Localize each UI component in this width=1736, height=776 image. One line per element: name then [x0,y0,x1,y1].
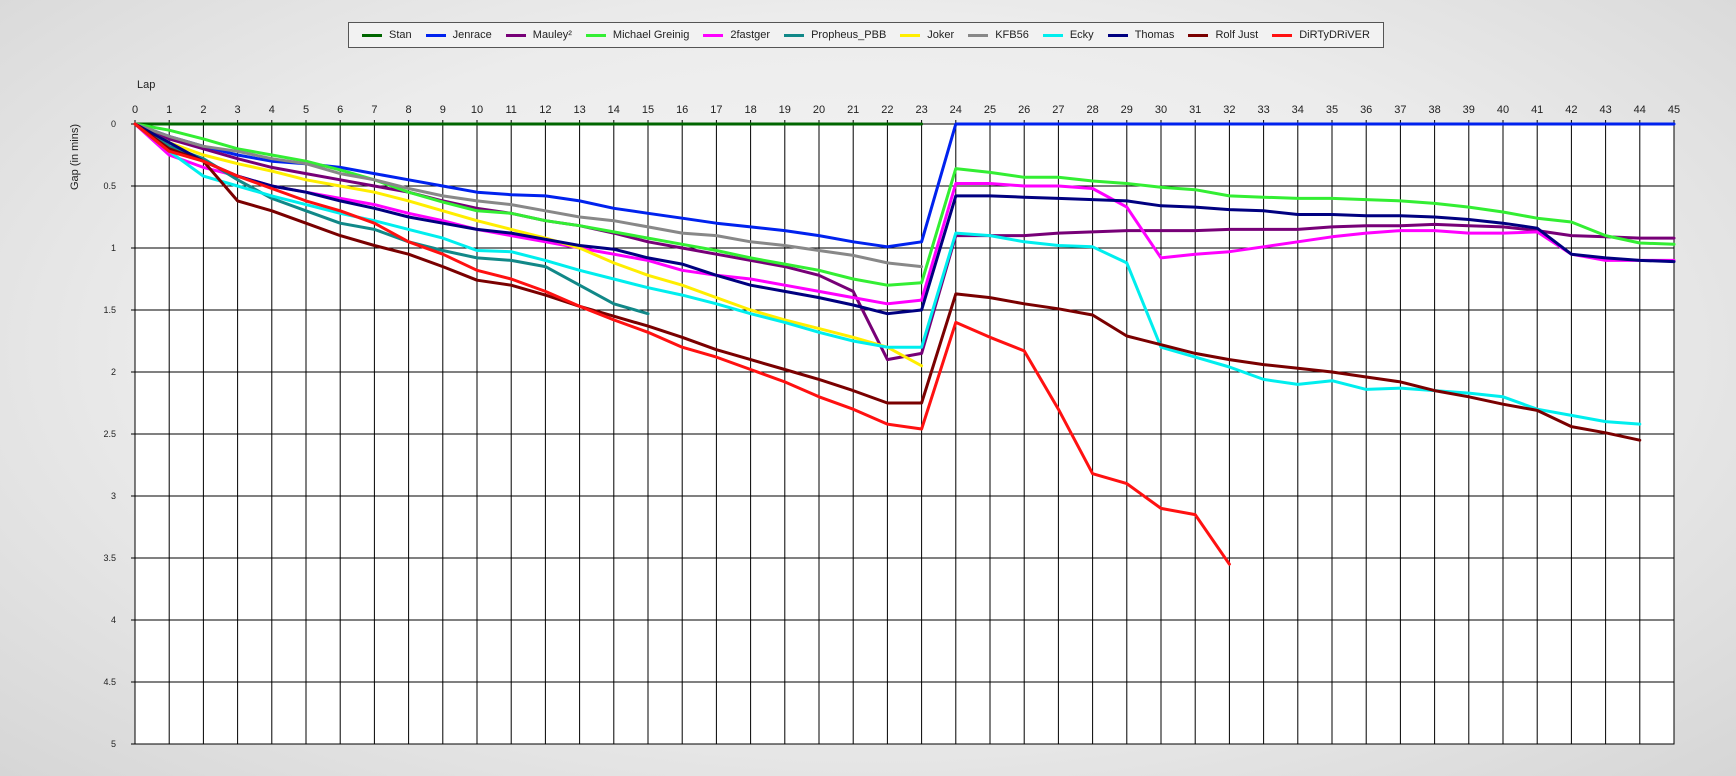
y-tick-label: 0.5 [103,181,116,191]
x-tick-label: 4 [269,104,275,116]
y-tick-label: 3 [111,491,116,501]
x-tick-label: 33 [1257,104,1269,116]
x-tick-label: 44 [1634,104,1646,116]
x-tick-label: 24 [950,104,962,116]
x-tick-label: 2 [200,104,206,116]
x-axis-title: Lap [137,79,155,91]
x-tick-label: 42 [1565,104,1577,116]
x-tick-label: 11 [505,104,516,116]
x-tick-label: 41 [1531,104,1543,116]
y-tick-label: 2 [111,367,116,377]
y-tick-label: 0 [111,119,116,129]
x-tick-label: 0 [132,104,138,116]
x-tick-label: 21 [847,104,859,116]
x-tick-label: 8 [406,104,412,116]
x-tick-label: 14 [608,104,620,116]
x-tick-label: 37 [1394,104,1406,116]
x-tick-label: 1 [166,104,172,116]
y-tick-label: 1 [111,243,116,253]
x-tick-label: 39 [1463,104,1475,116]
y-tick-label: 4 [111,615,116,625]
x-tick-label: 29 [1121,104,1133,116]
y-tick-label: 3.5 [103,553,116,563]
x-tick-label: 7 [371,104,377,116]
y-tick-label: 1.5 [103,305,116,315]
x-tick-label: 23 [915,104,927,116]
y-tick-label: 5 [111,739,116,749]
x-tick-label: 20 [813,104,825,116]
x-tick-label: 6 [337,104,343,116]
x-tick-label: 40 [1497,104,1509,116]
x-tick-label: 22 [881,104,893,116]
x-tick-label: 36 [1360,104,1372,116]
x-tick-label: 3 [235,104,241,116]
x-tick-label: 13 [573,104,585,116]
x-tick-label: 30 [1155,104,1167,116]
x-tick-label: 43 [1599,104,1611,116]
plot-area: 0 1 2 3 4 5 6 7 8 9 10 11 12 13 14 15 16 17 18 19 20 21 22 23 24… [69,79,1680,749]
x-tick-label: 17 [710,104,722,116]
x-tick-label: 34 [1292,104,1304,116]
x-tick-label: 26 [1018,104,1030,116]
x-tick-label: 31 [1189,104,1201,116]
y-tick-label: 4.5 [103,677,116,687]
x-tick-label: 12 [539,104,551,116]
x-tick-label: 35 [1326,104,1338,116]
grid-layer [131,120,1675,745]
x-tick-label: 19 [779,104,791,116]
x-tick-label: 25 [984,104,996,116]
y-axis-title: Gap (in mins) [69,124,81,190]
y-tick-label: 2.5 [103,429,116,439]
x-tick-label: 5 [303,104,309,116]
x-tick-label: 16 [676,104,688,116]
x-tick-label: 15 [642,104,654,116]
x-tick-label: 27 [1052,104,1064,116]
x-tick-label: 45 [1668,104,1680,116]
chart: Stan Jenrace Mauley² Michael Greinig 2fastge… [0,0,1736,776]
x-tick-label: 28 [1086,104,1098,116]
x-tick-label: 38 [1428,104,1440,116]
x-tick-label: 9 [440,104,446,116]
x-tick-label: 32 [1223,104,1235,116]
x-tick-label: 18 [744,104,756,116]
x-tick-label: 10 [471,104,483,116]
